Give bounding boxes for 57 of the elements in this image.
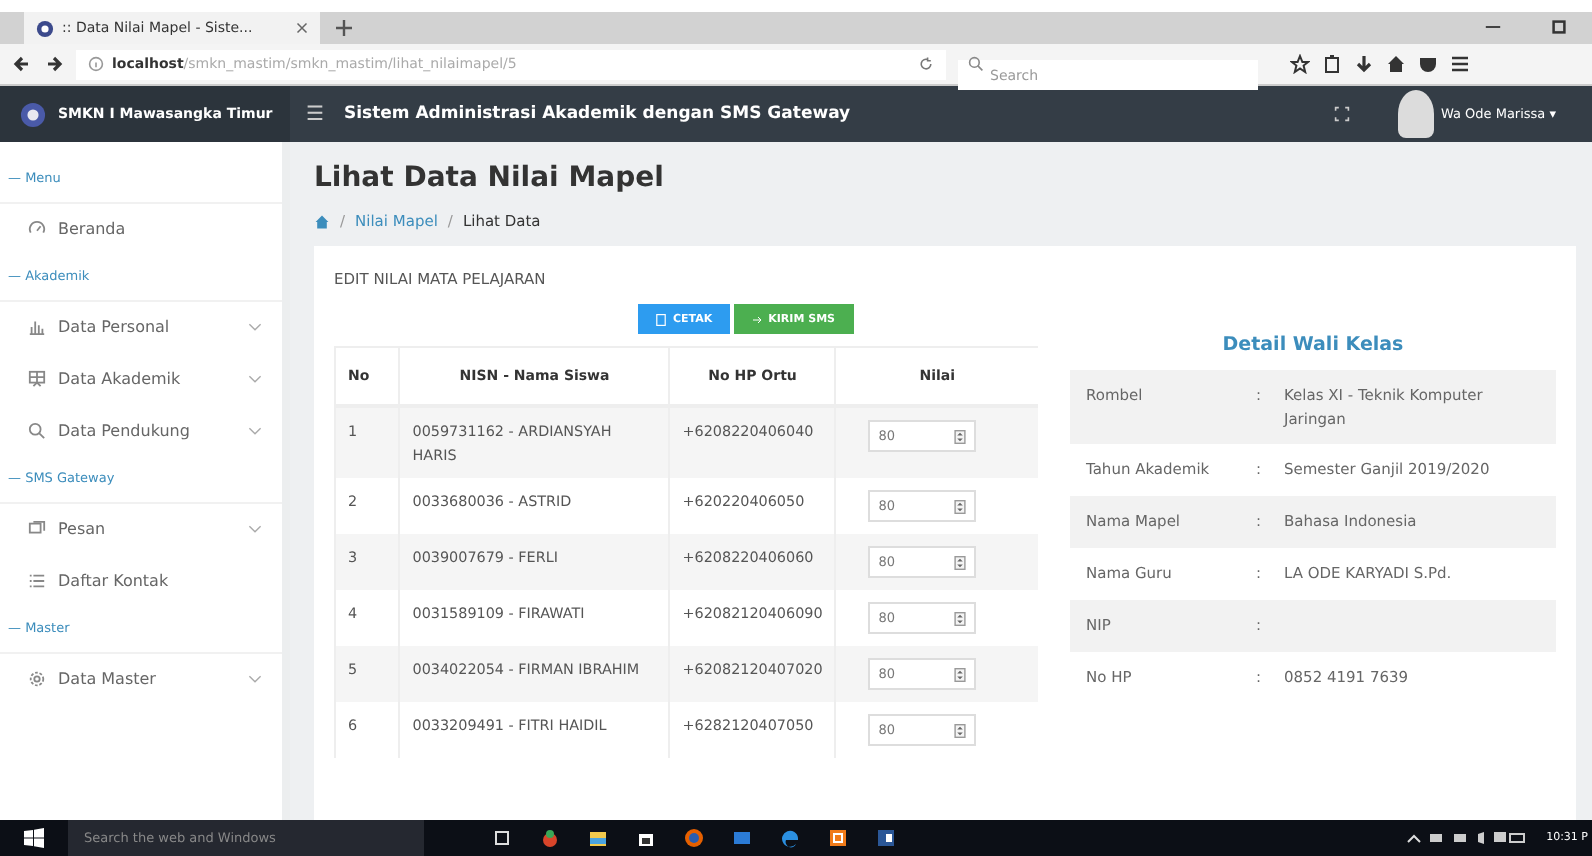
send-icon	[752, 313, 763, 325]
app-icon[interactable]	[828, 828, 848, 848]
new-tab-icon[interactable]	[336, 20, 352, 36]
chevron-icon	[248, 524, 262, 534]
task-view-icon[interactable]	[492, 828, 512, 848]
menu-icon[interactable]	[1450, 54, 1470, 74]
restore-icon[interactable]	[1550, 18, 1568, 36]
spinner-icon	[954, 429, 967, 443]
close-icon[interactable]	[296, 22, 308, 34]
spinner-icon	[954, 723, 967, 738]
gear-icon	[28, 670, 46, 688]
chevron-icon	[248, 322, 262, 332]
info-icon	[88, 56, 104, 72]
board-icon	[28, 370, 46, 388]
page-title: Lihat Data Nilai Mapel	[314, 162, 666, 194]
sidebar-item[interactable]: Pesan	[0, 504, 282, 556]
search-icon	[28, 422, 46, 440]
browser-icon[interactable]	[684, 828, 704, 848]
windows-start-icon[interactable]	[24, 828, 44, 848]
fullscreen-icon[interactable]	[1334, 106, 1351, 122]
sidebar-item[interactable]: Daftar Kontak	[0, 556, 282, 608]
document-icon	[656, 313, 667, 325]
forward-icon[interactable]	[44, 54, 64, 74]
star-icon[interactable]	[1290, 54, 1310, 74]
school-logo-icon	[20, 101, 46, 127]
spinner-icon	[954, 499, 967, 514]
word-icon[interactable]	[876, 828, 896, 848]
chart-icon	[28, 318, 46, 336]
reload-icon[interactable]	[918, 56, 934, 72]
chat-icon	[28, 520, 46, 538]
home-icon[interactable]	[1386, 54, 1406, 74]
folder-icon[interactable]	[588, 828, 608, 848]
sidebar-item[interactable]: Data Akademik	[0, 354, 282, 406]
list-icon	[28, 572, 46, 590]
sidebar-item[interactable]: Data Master	[0, 654, 282, 706]
spinner-icon	[954, 611, 967, 626]
sidebar-item[interactable]: Beranda	[0, 204, 282, 256]
site-icon	[36, 19, 54, 37]
sidebar-item[interactable]: Data Personal	[0, 302, 282, 354]
spinner-icon	[954, 667, 967, 682]
user-avatar	[1398, 90, 1435, 138]
tray-icons-drawing[interactable]	[1406, 828, 1527, 848]
app-icon[interactable]	[540, 828, 560, 848]
clipboard-icon[interactable]	[1322, 54, 1342, 74]
sidebar-item[interactable]: Data Pendukung	[0, 406, 282, 458]
spinner-icon	[954, 555, 967, 570]
edge-icon[interactable]	[780, 828, 800, 848]
back-icon[interactable]	[12, 54, 32, 74]
chevron-icon	[248, 426, 262, 436]
menu-toggle[interactable]: ☰	[306, 103, 324, 125]
app-title: Sistem Administrasi Akademik dengan SMS Gateway	[343, 104, 851, 124]
detail-title: Detail Wali Kelas	[1220, 334, 1406, 356]
download-icon[interactable]	[1354, 54, 1374, 74]
chevron-icon	[248, 374, 262, 384]
search-icon	[968, 56, 984, 72]
gauge-icon	[28, 220, 46, 238]
chevron-icon	[248, 674, 262, 684]
